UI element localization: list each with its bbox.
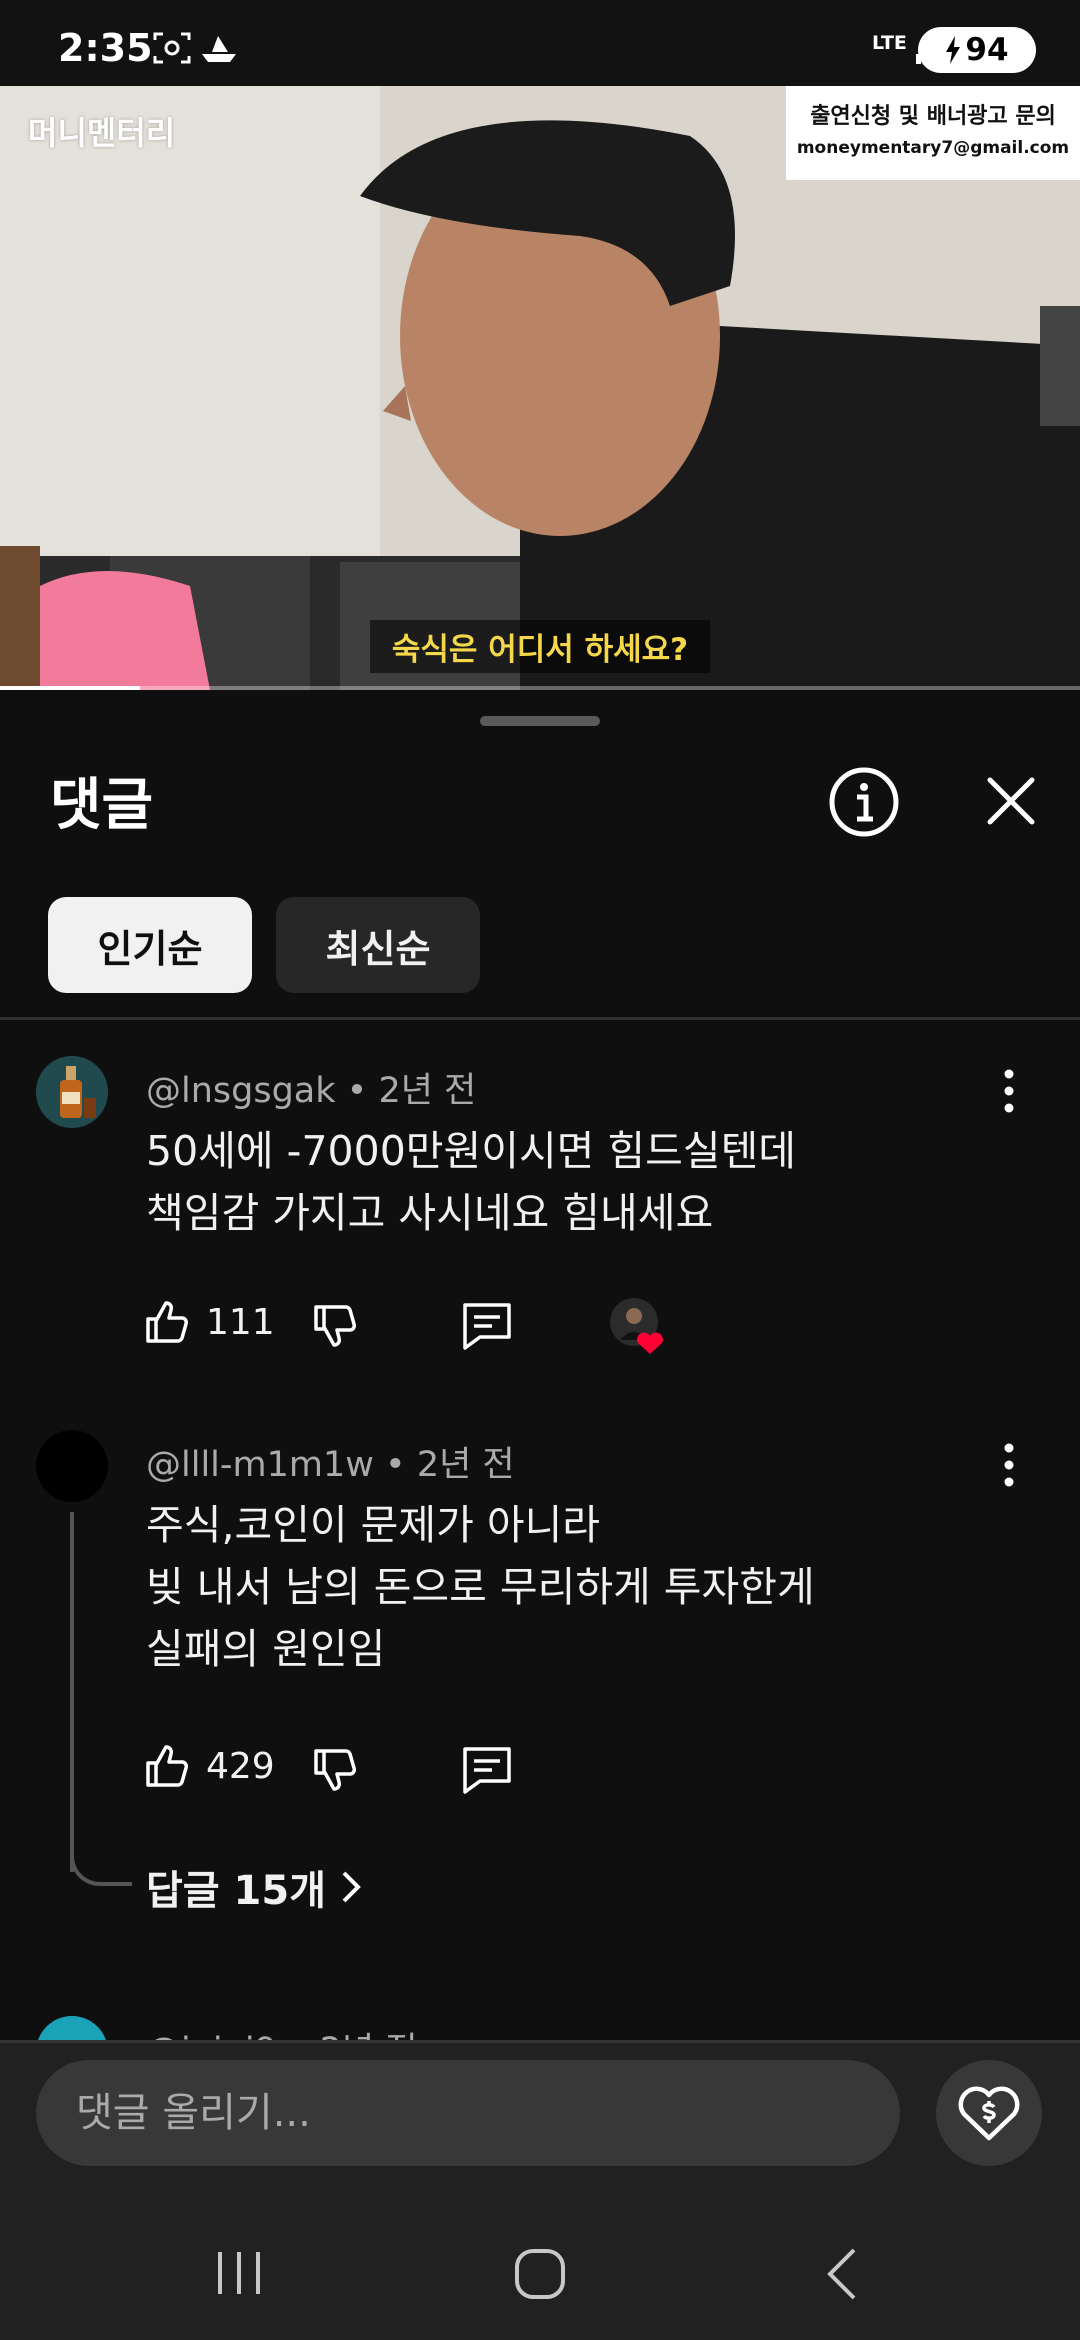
comment-author[interactable]: @lnsgsgak <box>146 1071 336 1111</box>
comment-line: 50세에 -7000만원이시면 힘드실텐데 <box>146 1127 797 1175</box>
video-player[interactable]: 머니멘터리 출연신청 및 배너광고 문의 moneymentary7@gmail… <box>0 86 1080 690</box>
back-icon[interactable] <box>824 2246 860 2302</box>
channel-watermark: 머니멘터리 <box>28 114 176 152</box>
video-subtitle: 숙식은 어디서 하세요? <box>370 620 710 673</box>
like-button[interactable]: 429 <box>142 1736 275 1796</box>
like-button[interactable]: 111 <box>142 1292 275 1352</box>
divider <box>0 2040 1080 2043</box>
recent-apps-icon[interactable] <box>214 2250 264 2296</box>
comment-composer <box>0 2040 1080 2340</box>
like-count: 429 <box>206 1745 275 1787</box>
reply-icon[interactable] <box>460 1740 514 1800</box>
divider <box>0 1017 1080 1020</box>
thread-line <box>70 1512 74 1872</box>
reply-icon[interactable] <box>460 1296 514 1356</box>
avatar[interactable] <box>36 1056 108 1128</box>
charging-icon <box>946 36 961 64</box>
comment-line: 빚 내서 남의 돈으로 무리하게 투자한게 <box>146 1563 815 1611</box>
comment-line: 실패의 원인임 <box>146 1625 386 1673</box>
screen-capture-icon <box>153 32 191 64</box>
thumbs-up-icon <box>146 1301 188 1343</box>
like-count: 111 <box>206 1301 275 1343</box>
super-thanks-button[interactable] <box>936 2060 1042 2166</box>
avatar[interactable] <box>36 1430 108 1502</box>
contact-banner: 출연신청 및 배너광고 문의 moneymentary7@gmail.com <box>786 86 1080 180</box>
boat-icon <box>202 36 236 62</box>
home-icon[interactable] <box>514 2248 566 2300</box>
drag-handle[interactable] <box>480 716 600 726</box>
thumbs-up-icon <box>146 1745 188 1787</box>
status-bar: 2:35 LTE 94 <box>0 0 1080 86</box>
comment-meta: @llll-m1m1w • 2년 전 <box>146 1436 515 1487</box>
comment-author[interactable]: @llll-m1m1w <box>146 1445 374 1485</box>
thumbs-down-icon[interactable] <box>310 1296 360 1356</box>
heart-dollar-icon <box>958 2086 1020 2141</box>
contact-title: 출연신청 및 배너광고 문의 <box>810 104 1056 129</box>
thread-curve <box>70 1850 132 1886</box>
comment-time: 2년 전 <box>416 1445 515 1485</box>
close-icon[interactable] <box>976 766 1046 836</box>
comment-text: 50세에 -7000만원이시면 힘드실텐데 책임감 가지고 사시네요 힘내세요 <box>146 1120 1006 1244</box>
more-options-icon[interactable] <box>996 1440 1022 1490</box>
lte-label: LTE <box>872 32 907 54</box>
thumbs-down-icon[interactable] <box>310 1740 360 1800</box>
creator-avatar <box>610 1298 663 1354</box>
info-icon[interactable] <box>826 764 902 840</box>
contact-email: moneymentary7@gmail.com <box>796 138 1070 158</box>
comment-text: 주식,코인이 문제가 아니라 빚 내서 남의 돈으로 무리하게 투자한게 실패의… <box>146 1494 1006 1680</box>
comment-meta: @lnsgsgak • 2년 전 <box>146 1062 476 1113</box>
battery-indicator: 94 <box>918 27 1036 73</box>
chevron-right-icon <box>342 1871 361 1903</box>
status-time: 2:35 <box>58 26 153 70</box>
meta-separator: • <box>385 1445 417 1485</box>
more-options-icon[interactable] <box>996 1066 1022 1116</box>
bottle-avatar-icon <box>36 1056 108 1128</box>
panel-title: 댓글 <box>50 773 154 838</box>
comment-line: 주식,코인이 문제가 아니라 <box>146 1501 601 1549</box>
creator-heart-badge <box>608 1296 670 1358</box>
meta-separator: • <box>346 1071 379 1111</box>
sort-chip-newest[interactable]: 최신순 <box>276 897 480 993</box>
comment-input[interactable] <box>36 2060 900 2166</box>
comment-time: 2년 전 <box>378 1071 477 1111</box>
comment-line: 책임감 가지고 사시네요 힘내세요 <box>146 1189 714 1237</box>
replies-count: 답글 15개 <box>146 1868 326 1914</box>
view-replies-link[interactable]: 답글 15개 <box>146 1858 362 1916</box>
sort-chip-top[interactable]: 인기순 <box>48 897 252 993</box>
battery-level: 94 <box>965 32 1009 68</box>
